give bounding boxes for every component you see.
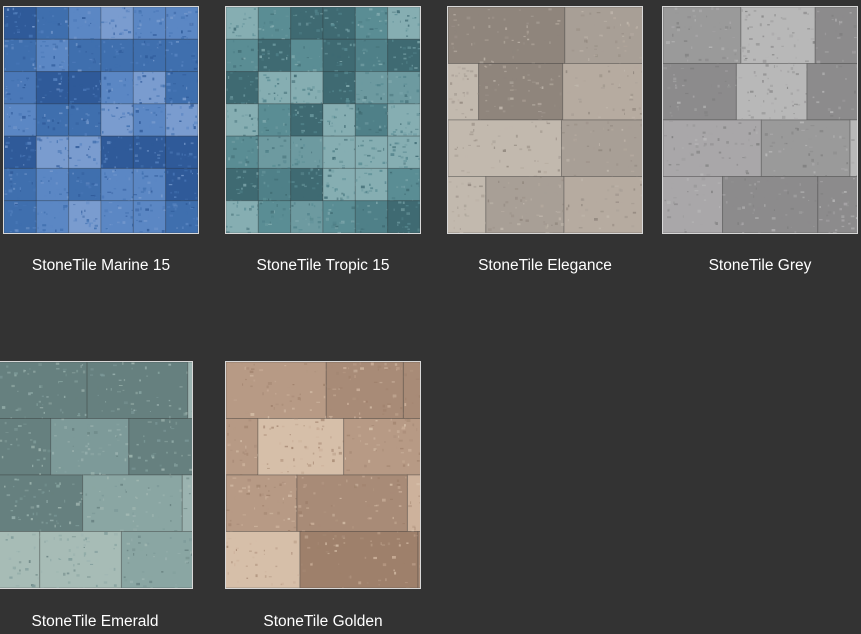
elegance-swatch[interactable] bbox=[447, 6, 643, 234]
product-card-golden[interactable]: StoneTile Golden bbox=[225, 361, 421, 630]
product-name-emerald[interactable]: StoneTile Emerald bbox=[0, 613, 193, 631]
product-card-tropic-15[interactable]: StoneTile Tropic 15 bbox=[225, 6, 421, 274]
product-card-marine-15[interactable]: StoneTile Marine 15 bbox=[3, 6, 199, 274]
grey-swatch[interactable] bbox=[662, 6, 858, 234]
product-card-elegance[interactable]: StoneTile Elegance bbox=[447, 6, 643, 274]
product-name-marine-15[interactable]: StoneTile Marine 15 bbox=[3, 257, 199, 275]
product-name-grey[interactable]: StoneTile Grey bbox=[662, 257, 858, 275]
tile-pattern-brick bbox=[0, 362, 192, 588]
tropic-15-swatch[interactable] bbox=[225, 6, 421, 234]
golden-swatch[interactable] bbox=[225, 361, 421, 589]
tile-pattern-grid bbox=[4, 7, 198, 233]
product-name-golden[interactable]: StoneTile Golden bbox=[225, 613, 421, 631]
tile-pattern-brick bbox=[663, 7, 857, 233]
product-card-emerald[interactable]: StoneTile Emerald bbox=[0, 361, 193, 630]
tile-pattern-grid bbox=[226, 7, 420, 233]
product-name-tropic-15[interactable]: StoneTile Tropic 15 bbox=[225, 257, 421, 275]
product-name-elegance[interactable]: StoneTile Elegance bbox=[447, 257, 643, 275]
tile-pattern-brick bbox=[448, 7, 642, 233]
marine-15-swatch[interactable] bbox=[3, 6, 199, 234]
tile-pattern-brick bbox=[226, 362, 420, 588]
emerald-swatch[interactable] bbox=[0, 361, 193, 589]
product-card-grey[interactable]: StoneTile Grey bbox=[662, 6, 858, 274]
